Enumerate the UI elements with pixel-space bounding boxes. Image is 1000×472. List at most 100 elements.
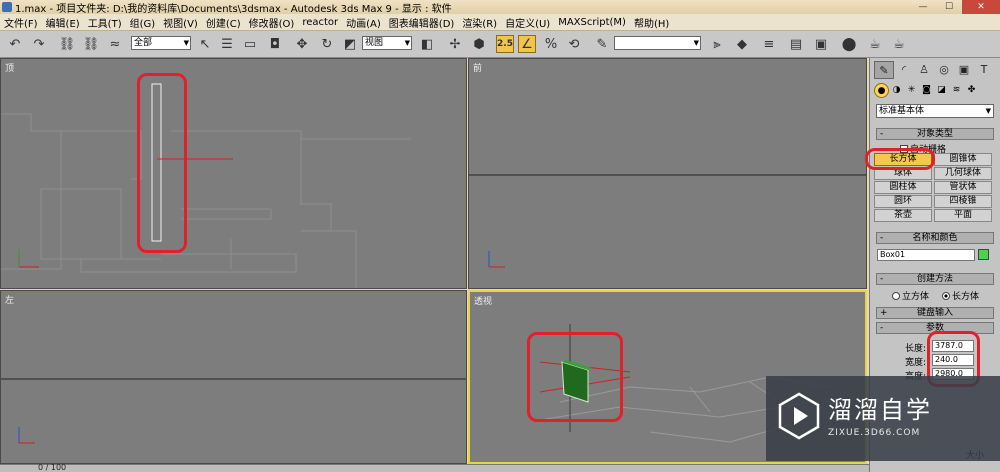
torus-button[interactable]: 圆环 [874, 195, 932, 208]
selection-filter-dropdown[interactable]: 全部 [131, 36, 191, 50]
utilities-tab-icon[interactable]: T [974, 61, 994, 79]
tube-button[interactable]: 管状体 [934, 181, 992, 194]
viewport-left-label[interactable]: 左 [5, 293, 14, 306]
space-warps-icon[interactable]: ≋ [949, 83, 964, 98]
cameras-icon[interactable]: ◙ [919, 83, 934, 98]
viewport-top-label[interactable]: 顶 [5, 61, 14, 74]
material-editor-icon[interactable]: ⬤ [840, 35, 858, 53]
viewport-front[interactable]: 前 [468, 58, 867, 289]
minimize-button[interactable]: — [910, 0, 936, 14]
display-tab-icon[interactable]: ▣ [954, 61, 974, 79]
pivot-center-icon[interactable]: ◧ [418, 35, 436, 53]
command-panel-tabs: ✎ ◜ ♙ ◎ ▣ T [874, 61, 996, 81]
creation-cube-label: 立方体 [902, 292, 930, 302]
menu-reactor[interactable]: reactor [298, 17, 342, 28]
select-by-name-icon[interactable]: ☰ [218, 35, 236, 53]
menu-tools[interactable]: 工具(T) [84, 15, 126, 30]
motion-tab-icon[interactable]: ◎ [934, 61, 954, 79]
highlight-top-box [137, 73, 187, 253]
shapes-icon[interactable]: ◑ [889, 83, 904, 98]
teapot-button[interactable]: 茶壶 [874, 209, 932, 222]
move-icon[interactable]: ✥ [293, 35, 311, 53]
maximize-button[interactable]: ☐ [936, 0, 962, 14]
window-title: 1.max - 项目文件夹: D:\我的资料库\Documents\3dsmax… [15, 3, 452, 15]
select-and-manipulate-icon[interactable]: ✢ [446, 35, 464, 53]
menu-animation[interactable]: 动画(A) [342, 15, 385, 30]
viewport-top[interactable]: 顶 [0, 58, 467, 289]
lights-icon[interactable]: ✳ [904, 83, 919, 98]
menu-customize[interactable]: 自定义(U) [501, 15, 554, 30]
spinner-snap-icon[interactable]: ⟲ [565, 35, 583, 53]
viewport-top-grid [1, 83, 411, 288]
cone-button[interactable]: 圆锥体 [934, 153, 992, 166]
object-color-swatch[interactable] [978, 249, 989, 260]
geosphere-button[interactable]: 几何球体 [934, 167, 992, 180]
hierarchy-tab-icon[interactable]: ♙ [914, 61, 934, 79]
name-color-title: 名称和颜色 [912, 233, 958, 243]
window-crossing-icon[interactable]: ◘ [266, 35, 284, 53]
app-window: 1.max - 项目文件夹: D:\我的资料库\Documents\3dsmax… [0, 0, 1000, 472]
menu-views[interactable]: 视图(V) [159, 15, 202, 30]
length-label: 长度: [905, 344, 927, 354]
menu-create[interactable]: 创建(C) [202, 15, 245, 30]
object-type-title: 对象类型 [916, 129, 953, 139]
modify-tab-icon[interactable]: ◜ [894, 61, 914, 79]
menu-file[interactable]: 文件(F) [0, 15, 42, 30]
rotate-icon[interactable]: ↻ [318, 35, 336, 53]
angle-snap-icon[interactable]: ∠ [518, 35, 536, 53]
viewport-front-label[interactable]: 前 [473, 61, 482, 74]
plane-button[interactable]: 平面 [934, 209, 992, 222]
schematic-view-icon[interactable]: ▣ [812, 35, 830, 53]
reference-coordinate-dropdown[interactable]: 视图 [362, 36, 412, 50]
cylinder-button[interactable]: 圆柱体 [874, 181, 932, 194]
pyramid-button[interactable]: 四棱锥 [934, 195, 992, 208]
creation-cube-radio[interactable]: 立方体 [892, 289, 929, 302]
menu-edit[interactable]: 编辑(E) [42, 15, 84, 30]
select-and-link-icon[interactable]: ⛓ [58, 35, 76, 53]
play-logo-icon [778, 392, 820, 440]
create-tab-icon[interactable]: ✎ [874, 61, 894, 79]
close-button[interactable]: ✕ [962, 0, 1000, 14]
snap-toggle-icon[interactable]: 2.5 [496, 35, 514, 53]
creation-method-rollout[interactable]: - 创建方法 [876, 273, 994, 285]
quick-render-icon[interactable]: ☕ [890, 35, 908, 53]
scale-icon[interactable]: ◩ [341, 35, 359, 53]
menu-maxscript[interactable]: MAXScript(M) [554, 17, 630, 28]
bind-space-warp-icon[interactable]: ≈ [106, 35, 124, 53]
redo-icon[interactable]: ↷ [30, 35, 48, 53]
title-bar: 1.max - 项目文件夹: D:\我的资料库\Documents\3dsmax… [0, 0, 1000, 15]
select-object-icon[interactable]: ↖ [196, 35, 214, 53]
viewport-perspective-label[interactable]: 透视 [474, 294, 492, 307]
menu-graph-editors[interactable]: 图表编辑器(D) [385, 15, 459, 30]
undo-icon[interactable]: ↶ [6, 35, 24, 53]
watermark: 溜溜自学 ZIXUE.3D66.COM [766, 376, 1000, 461]
object-category-dropdown[interactable]: 标准基本体 [876, 104, 994, 118]
name-color-rollout[interactable]: - 名称和颜色 [876, 232, 994, 244]
watermark-brand: 溜溜自学 [828, 396, 932, 424]
percent-snap-icon[interactable]: % [542, 35, 560, 53]
curve-editor-icon[interactable]: ▤ [787, 35, 805, 53]
mirror-icon[interactable]: ⫸ [708, 35, 726, 53]
creation-box-radio[interactable]: 长方体 [942, 289, 979, 302]
layer-manager-icon[interactable]: ≡ [760, 35, 778, 53]
object-type-rollout[interactable]: - 对象类型 [876, 128, 994, 140]
named-selection-dropdown[interactable] [614, 36, 701, 50]
helpers-icon[interactable]: ◪ [934, 83, 949, 98]
keyboard-entry-rollout[interactable]: + 键盘输入 [876, 307, 994, 319]
menu-modifiers[interactable]: 修改器(O) [245, 15, 299, 30]
keyboard-shortcut-icon[interactable]: ⬢ [470, 35, 488, 53]
time-slider-readout[interactable]: 0 / 100 [38, 463, 66, 472]
geometry-icon[interactable]: ● [874, 83, 889, 98]
align-icon[interactable]: ◆ [733, 35, 751, 53]
unlink-icon[interactable]: ⛓ [82, 35, 100, 53]
systems-icon[interactable]: ✤ [964, 83, 979, 98]
rectangular-selection-icon[interactable]: ▭ [241, 35, 259, 53]
render-setup-icon[interactable]: ☕ [866, 35, 884, 53]
object-name-field[interactable]: Box01 [877, 249, 975, 261]
menu-help[interactable]: 帮助(H) [630, 15, 673, 30]
menu-group[interactable]: 组(G) [126, 15, 160, 30]
menu-rendering[interactable]: 渲染(R) [458, 15, 501, 30]
create-category-row: ● ◑ ✳ ◙ ◪ ≋ ✤ [874, 83, 996, 99]
edit-named-selection-icon[interactable]: ✎ [593, 35, 611, 53]
viewport-left[interactable]: 左 [0, 290, 467, 464]
